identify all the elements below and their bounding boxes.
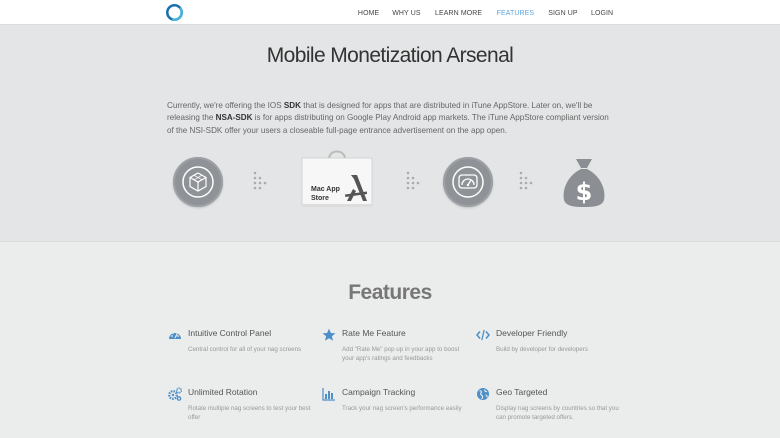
features-section: Features Intuitive Control Panel Central… [0,241,780,438]
feature-description: Track your nag screen's performance easi… [342,405,462,412]
feature-title: Unlimited Rotation [188,387,258,397]
nav-why-us[interactable]: WHY US [392,8,420,17]
hero-description: Currently, we're offering the IOS SDK th… [167,100,617,137]
dashboard-icon [169,331,181,339]
flow-arrow-dots-icon [406,171,420,190]
flow-arrow-dots-icon [519,171,533,190]
hero-text-bold-nsa-sdk: NSA-SDK [215,113,253,123]
mac-app-store-bag-icon: Mac App Store [301,149,373,209]
sdk-cube-icon [173,157,223,207]
nav-sign-up[interactable]: SIGN UP [548,8,577,17]
svg-text:$: $ [576,178,593,206]
code-icon [476,329,490,341]
store-label-line1: Mac App [311,186,340,193]
nav-login[interactable]: LOGIN [591,8,613,17]
top-navbar: HOME WHY US LEARN MORE FEATURES SIGN UP … [0,0,780,25]
gears-icon [168,387,182,401]
main-nav: HOME WHY US LEARN MORE FEATURES SIGN UP … [346,0,614,25]
hero-title: Mobile Monetization Arsenal [266,44,514,67]
star-icon [322,328,336,341]
speedometer-icon [443,157,493,207]
feature-title: Developer Friendly [496,328,568,338]
hero-text-bold-sdk: SDK [283,101,301,110]
feature-title: Campaign Tracking [342,387,416,397]
feature-title: Intuitive Control Panel [188,328,272,338]
store-label-line2: Store [311,194,329,202]
feature-description: Central control for all of your nag scre… [188,346,302,353]
feature-title: Rate Me Feature [342,328,406,338]
feature-description: Build by developer for developers [496,346,588,353]
feature-description: Display nag screens by countries so that… [496,405,619,421]
hero-text-part: Currently, we're offering the IOS [167,101,284,110]
feature-description: Rotate multiple nag screens to test your… [188,405,311,421]
bar-chart-icon [322,388,335,401]
feature-description: Add "Rate Me" pop up in your app to boos… [342,346,460,362]
globe-icon [477,388,489,400]
flow-arrow-dots-icon [253,171,267,190]
money-bag-icon: $ [563,159,605,207]
nav-home[interactable]: HOME [358,8,379,17]
feature-title: Geo Targeted [496,387,548,397]
nav-learn-more[interactable]: LEARN MORE [435,8,482,17]
nav-features[interactable]: FEATURES [497,8,534,17]
features-title: Features [348,281,432,304]
hero-section: Mobile Monetization Arsenal Currently, w… [0,25,780,241]
logo-icon[interactable] [166,4,183,21]
